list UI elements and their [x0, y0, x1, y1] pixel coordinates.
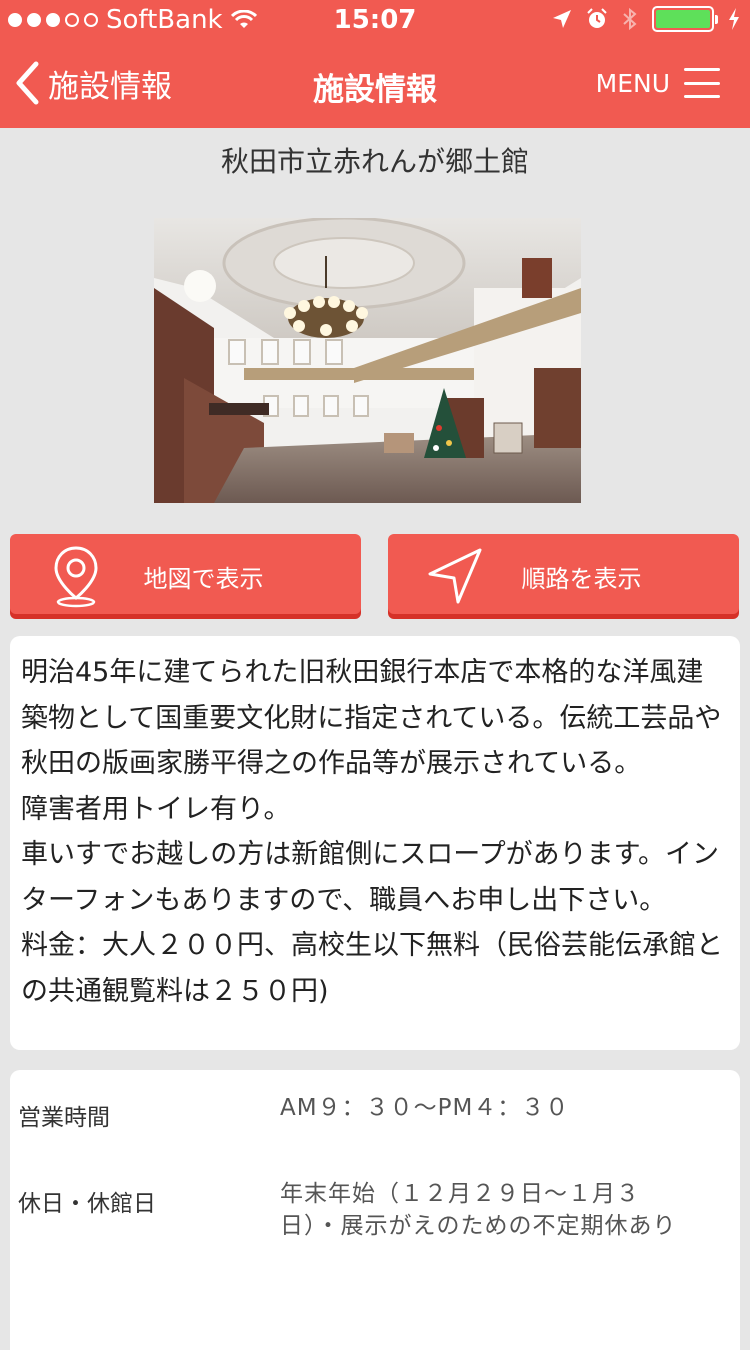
location-arrow-icon: [553, 10, 571, 28]
app-header: SoftBank 15:07 施設情報 施設情報 MENU: [0, 0, 750, 128]
info-card: 営業時間 AM９：３０〜PM４：３０ 休日・休館日 年末年始（１２月２９日〜１月…: [10, 1070, 740, 1350]
status-right: [552, 6, 740, 32]
status-bar: SoftBank 15:07: [0, 0, 750, 40]
hours-label: 営業時間: [18, 1105, 110, 1131]
bluetooth-icon: [623, 7, 637, 31]
battery-icon: [652, 6, 718, 32]
description-paragraph: 障害者用トイレ有り。: [21, 793, 291, 825]
menu-label: MENU: [595, 68, 670, 98]
closed-days-label: 休日・休館日: [18, 1191, 156, 1217]
hours-value: AM９：３０〜PM４：３０: [280, 1095, 570, 1121]
charging-icon: [729, 8, 739, 30]
description-card: 明治45年に建てられた旧秋田銀行本店で本格的な洋風建築物として国重要文化財に指定…: [10, 636, 740, 1050]
back-button[interactable]: 施設情報: [14, 58, 172, 108]
map-button[interactable]: 地図で表示: [10, 534, 361, 614]
map-button-label: 地図で表示: [143, 565, 264, 593]
menu-button[interactable]: MENU: [596, 60, 720, 106]
hamburger-icon: [684, 68, 720, 98]
alarm-icon: [587, 8, 607, 28]
facility-name: 秋田市立赤れんが郷土館: [220, 145, 529, 178]
description-paragraph: 車いすでお越しの方は新館側にスロープがあります。インターフォンもありますので、職…: [21, 839, 719, 916]
description-paragraph: 料金：大人２００円、高校生以下無料（民俗芸能伝承館との共通観覧料は２５０円): [21, 930, 723, 1007]
facility-photo: [154, 218, 581, 503]
description-paragraph: 明治45年に建てられた旧秋田銀行本店で本格的な洋風建築物として国重要文化財に指定…: [21, 657, 722, 779]
route-button[interactable]: 順路を表示: [388, 534, 739, 614]
back-label: 施設情報: [48, 68, 172, 105]
closed-days-value: 年末年始（１２月２９日〜１月３日）・展示がえのための不定期休あり: [280, 1181, 677, 1239]
route-button-label: 順路を表示: [521, 565, 642, 593]
chevron-left-icon: [16, 61, 39, 105]
